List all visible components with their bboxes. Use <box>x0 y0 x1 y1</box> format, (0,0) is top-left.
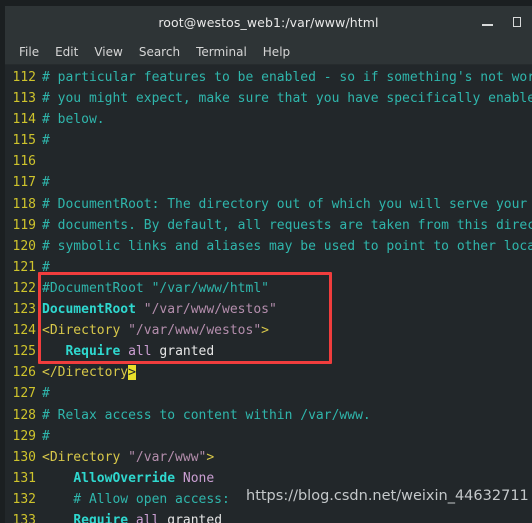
line-number: 126 <box>12 365 36 381</box>
editor-line: 113 # you might expect, make sure that yo… <box>5 88 532 109</box>
directive-keyword: DocumentRoot <box>42 302 136 318</box>
line-number: 128 <box>12 407 36 423</box>
line-content: # particular features to be enabled - so… <box>42 70 532 85</box>
directory-tag: <Directory <box>42 449 129 465</box>
line-content <box>36 154 42 169</box>
editor-line: 127 # <box>5 383 532 404</box>
line-number: 114 <box>12 112 36 128</box>
menu-item-terminal[interactable]: Terminal <box>188 43 255 61</box>
menu-item-view[interactable]: View <box>86 43 130 61</box>
line-number: 124 <box>12 323 36 339</box>
require-scope: all <box>120 344 152 360</box>
line-number: 112 <box>12 70 36 85</box>
line-content: # <box>42 428 50 444</box>
editor-line-directory-open: 124 <Directory "/var/www/westos"> <box>5 320 532 341</box>
text-cursor: > <box>128 365 136 381</box>
line-content: # <box>42 386 50 402</box>
allowoverride-keyword: AllowOverride <box>73 470 176 486</box>
maximize-icon[interactable] <box>511 16 524 29</box>
require-scope: all <box>128 512 160 523</box>
line-number: 127 <box>12 386 36 402</box>
editor-line-allowoverride: 131 AllowOverride None <box>5 468 532 489</box>
minimize-icon[interactable] <box>481 16 494 29</box>
directory-tag: <Directory <box>42 323 129 339</box>
allowoverride-value: None <box>175 470 215 486</box>
line-content: # DocumentRoot: The directory out of whi… <box>42 196 528 212</box>
line-content: # Relax access to content within /var/ww… <box>42 407 371 423</box>
editor-line: 129 # <box>5 426 532 447</box>
tag-close-bracket: > <box>261 323 269 339</box>
directory-path: "/var/www" <box>128 449 207 465</box>
line-content: #DocumentRoot "/var/www/html" <box>42 280 269 296</box>
menu-item-edit[interactable]: Edit <box>47 43 86 61</box>
editor-line-documentroot: 123 DocumentRoot "/var/www/westos" <box>5 299 532 320</box>
line-number: 131 <box>12 470 36 486</box>
terminal-window: root@westos_web1:/var/www/html File Edit… <box>5 6 532 523</box>
directory-close-tag: </Directory <box>42 365 129 381</box>
line-number: 121 <box>12 259 36 275</box>
menu-item-help[interactable]: Help <box>255 43 298 61</box>
editor-line: 112 # particular features to be enabled -… <box>5 67 532 88</box>
editor-line: 115 # <box>5 130 532 151</box>
tag-close-bracket: > <box>206 449 215 465</box>
line-content: # symbolic links and aliases may be used… <box>42 238 532 254</box>
line-number: 129 <box>12 428 36 444</box>
line-number: 130 <box>12 449 36 465</box>
line-number: 122 <box>12 280 36 296</box>
line-number: 132 <box>12 491 36 507</box>
line-number: 113 <box>12 91 36 107</box>
line-content: # you might expect, make sure that you h… <box>42 91 532 107</box>
terminal-body[interactable]: 112 # particular features to be enabled -… <box>5 65 532 523</box>
line-content: # <box>42 259 50 275</box>
editor-line: 117 # <box>5 172 532 193</box>
directory-path: "/var/www/westos" <box>128 323 262 339</box>
line-number: 133 <box>12 512 36 523</box>
window-titlebar: root@westos_web1:/var/www/html <box>5 6 532 39</box>
editor-line: 116 <box>5 151 532 172</box>
line-content: # <box>42 175 50 191</box>
editor-line: 114 # below. <box>5 109 532 130</box>
menubar: File Edit View Search Terminal Help <box>5 39 532 65</box>
editor-line: 128 # Relax access to content within /var… <box>5 405 532 426</box>
line-number: 115 <box>12 133 36 149</box>
require-keyword: Require <box>73 512 129 523</box>
require-keyword: Require <box>65 344 121 360</box>
line-number: 117 <box>12 175 36 191</box>
editor-line-require: 133 Require all granted <box>5 510 532 523</box>
line-number: 116 <box>12 154 36 170</box>
editor-line: 121 # <box>5 257 532 278</box>
editor-line-directory-close: 126 </Directory> <box>5 362 532 383</box>
line-content: # <box>42 133 50 149</box>
line-number: 123 <box>12 302 36 318</box>
editor-line: 119 # documents. By default, all requests… <box>5 215 532 236</box>
menu-item-file[interactable]: File <box>11 43 47 61</box>
line-content: # documents. By default, all requests ar… <box>42 217 532 233</box>
require-state: granted <box>159 512 223 523</box>
line-content: # below. <box>42 112 105 128</box>
menu-item-search[interactable]: Search <box>131 43 188 61</box>
line-number: 119 <box>12 217 36 233</box>
require-state: granted <box>151 344 215 360</box>
line-number: 125 <box>12 344 36 360</box>
line-number: 120 <box>12 238 36 254</box>
editor-line: 120 # symbolic links and aliases may be u… <box>5 236 532 257</box>
editor-line: 122 #DocumentRoot "/var/www/html" <box>5 278 532 299</box>
window-title: root@westos_web1:/var/www/html <box>158 15 379 30</box>
editor-line: 132 # Allow open access: <box>5 489 532 510</box>
editor-line: 118 # DocumentRoot: The directory out of … <box>5 194 532 215</box>
window-controls <box>481 6 524 39</box>
screenshot-root: root@westos_web1:/var/www/html File Edit… <box>0 0 532 523</box>
editor-line-require: 125 Require all granted <box>5 341 532 362</box>
editor-line-directory-open: 130 <Directory "/var/www"> <box>5 447 532 468</box>
directive-value: "/var/www/westos" <box>135 302 277 318</box>
line-content: # Allow open access: <box>42 491 230 507</box>
line-number: 118 <box>12 196 36 212</box>
